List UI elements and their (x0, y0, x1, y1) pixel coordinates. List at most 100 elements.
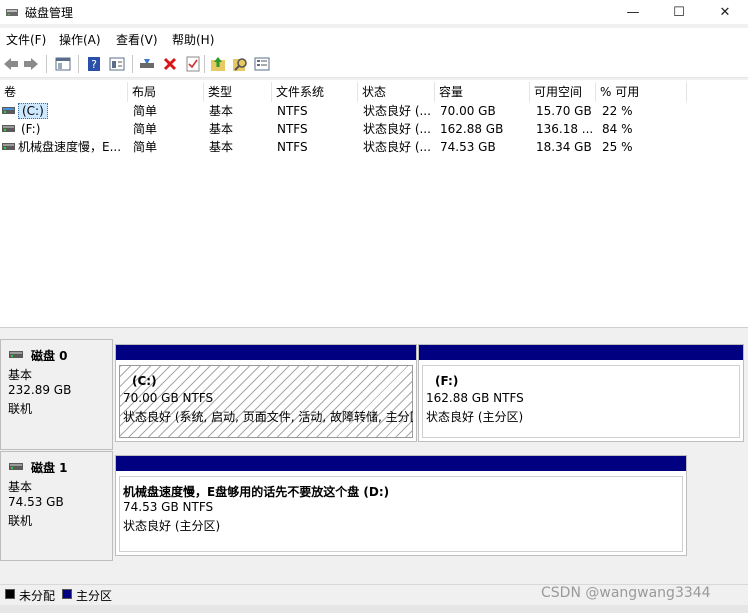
toolbar: ? (0, 50, 748, 78)
menu-bar: 文件(F) 操作(A) 查看(V) 帮助(H) (0, 28, 748, 50)
close-button[interactable]: ✕ (702, 0, 748, 24)
disk-size: 74.53 GB (8, 495, 64, 509)
disk-size: 232.89 GB (8, 383, 72, 397)
volume-icon (2, 107, 15, 114)
horizontal-scrollbar[interactable] (0, 605, 748, 613)
show-hide-console-tree-icon[interactable] (54, 55, 72, 73)
disk-name: 磁盘 0 (31, 349, 68, 363)
disk-graphical-view: 磁盘 0 基本 232.89 GB 联机 (C:) 70.00 GB NTFS … (0, 334, 748, 580)
partition-size-fs: 70.00 GB NTFS (123, 391, 214, 405)
partition-status: 状态良好 (主分区) (123, 519, 221, 533)
percent-free-cell: 22 % (602, 104, 633, 118)
toolbar-separator (78, 55, 79, 73)
type-cell: 基本 (209, 140, 234, 154)
filesystem-cell: NTFS (277, 122, 308, 136)
column-header-percent-free[interactable]: % 可用 (596, 82, 687, 102)
window-title: 磁盘管理 (25, 6, 74, 20)
maximize-button[interactable]: ☐ (656, 0, 702, 24)
legend-label-unallocated: 未分配 (19, 589, 56, 603)
table-row[interactable]: (F:) 简单 基本 NTFS 状态良好 (... 162.88 GB 136.… (0, 120, 748, 138)
status-cell: 状态良好 (... (363, 140, 431, 154)
title-bar: 磁盘管理 — ☐ ✕ (0, 0, 748, 24)
toolbar-separator (46, 55, 47, 73)
column-header-filesystem[interactable]: 文件系统 (272, 82, 358, 102)
layout-cell: 简单 (133, 104, 158, 118)
free-space-cell: 15.70 GB (536, 104, 592, 118)
column-header-type[interactable]: 类型 (204, 82, 272, 102)
toolbar-separator (132, 55, 133, 73)
disk-state: 联机 (8, 402, 33, 416)
status-cell: 状态良好 (... (363, 122, 431, 136)
toolbar-separator (204, 55, 205, 73)
forward-icon[interactable] (22, 55, 40, 73)
percent-free-cell: 84 % (602, 122, 633, 136)
partition-f[interactable]: (F:) 162.88 GB NTFS 状态良好 (主分区) (418, 344, 744, 442)
menu-file[interactable]: 文件(F) (6, 31, 46, 48)
disk-state: 联机 (8, 514, 33, 528)
disk-icon (9, 351, 23, 358)
primary-partition-bar (116, 345, 416, 360)
watermark: CSDN @wangwang3344 (541, 585, 711, 601)
volume-icon (2, 125, 15, 132)
disk-icon (9, 463, 23, 470)
volume-name: (C:) (18, 103, 48, 119)
list-view-icon[interactable] (253, 55, 271, 73)
disk-type: 基本 (8, 368, 33, 382)
disk-type: 基本 (8, 480, 33, 494)
capacity-cell: 162.88 GB (440, 122, 504, 136)
partition-label: (C:) (132, 374, 157, 388)
check-icon[interactable] (184, 55, 202, 73)
properties-icon[interactable] (108, 55, 126, 73)
primary-partition-bar (116, 456, 686, 471)
delete-icon[interactable] (161, 55, 179, 73)
column-header-free-space[interactable]: 可用空间 (530, 82, 596, 102)
free-space-cell: 18.34 GB (536, 140, 592, 154)
layout-cell: 简单 (133, 140, 158, 154)
type-cell: 基本 (209, 122, 234, 136)
table-row[interactable]: (C:) 简单 基本 NTFS 状态良好 (... 70.00 GB 15.70… (0, 102, 748, 120)
volume-name: 机械盘速度慢，E... (18, 140, 122, 154)
filesystem-cell: NTFS (277, 140, 308, 154)
type-cell: 基本 (209, 104, 234, 118)
svg-text:?: ? (91, 58, 97, 71)
partition-label: (F:) (435, 374, 459, 388)
status-cell: 状态良好 (... (363, 104, 431, 118)
volume-icon (2, 143, 15, 150)
partition-size-fs: 162.88 GB NTFS (426, 391, 524, 405)
column-header-layout[interactable]: 布局 (128, 82, 204, 102)
partition-status: 状态良好 (主分区) (426, 410, 524, 424)
filesystem-cell: NTFS (277, 104, 308, 118)
column-header-volume[interactable]: 卷 (0, 82, 128, 102)
capacity-cell: 70.00 GB (440, 104, 496, 118)
volume-list: 卷 布局 类型 文件系统 状态 容量 可用空间 % 可用 (C:) 简单 基本 … (0, 80, 748, 328)
connect-drive-icon[interactable] (138, 55, 156, 73)
percent-free-cell: 25 % (602, 140, 633, 154)
help-icon[interactable]: ? (85, 55, 103, 73)
back-icon[interactable] (2, 55, 20, 73)
partition-d[interactable]: 机械盘速度慢，E盘够用的话先不要放这个盘 (D:) 74.53 GB NTFS … (115, 455, 687, 556)
partition-c[interactable]: (C:) 70.00 GB NTFS 状态良好 (系统, 启动, 页面文件, 活… (115, 344, 417, 442)
partition-size-fs: 74.53 GB NTFS (123, 500, 214, 514)
column-header-status[interactable]: 状态 (358, 82, 435, 102)
disk-1-label[interactable]: 磁盘 1 基本 74.53 GB 联机 (0, 451, 113, 561)
menu-help[interactable]: 帮助(H) (172, 31, 214, 48)
capacity-cell: 74.53 GB (440, 140, 496, 154)
primary-partition-bar (419, 345, 743, 360)
menu-action[interactable]: 操作(A) (59, 31, 101, 48)
partition-label: 机械盘速度慢，E盘够用的话先不要放这个盘 (D:) (123, 485, 390, 499)
layout-cell: 简单 (133, 122, 158, 136)
column-header-capacity[interactable]: 容量 (435, 82, 530, 102)
disk-management-icon (6, 9, 18, 16)
legend-label-primary: 主分区 (76, 589, 113, 603)
table-row[interactable]: 机械盘速度慢，E... 简单 基本 NTFS 状态良好 (... 74.53 G… (0, 138, 748, 156)
disk-0-label[interactable]: 磁盘 0 基本 232.89 GB 联机 (0, 339, 113, 450)
open-folder-icon[interactable] (209, 55, 227, 73)
partition-status: 状态良好 (系统, 启动, 页面文件, 活动, 故障转储, 主分区) (123, 410, 413, 424)
legend-swatch-unallocated (5, 589, 15, 599)
disk-name: 磁盘 1 (31, 461, 68, 475)
volume-name: (F:) (21, 122, 41, 136)
legend-swatch-primary (62, 589, 72, 599)
search-icon[interactable] (231, 55, 249, 73)
minimize-button[interactable]: — (610, 0, 656, 24)
menu-view[interactable]: 查看(V) (116, 31, 158, 48)
